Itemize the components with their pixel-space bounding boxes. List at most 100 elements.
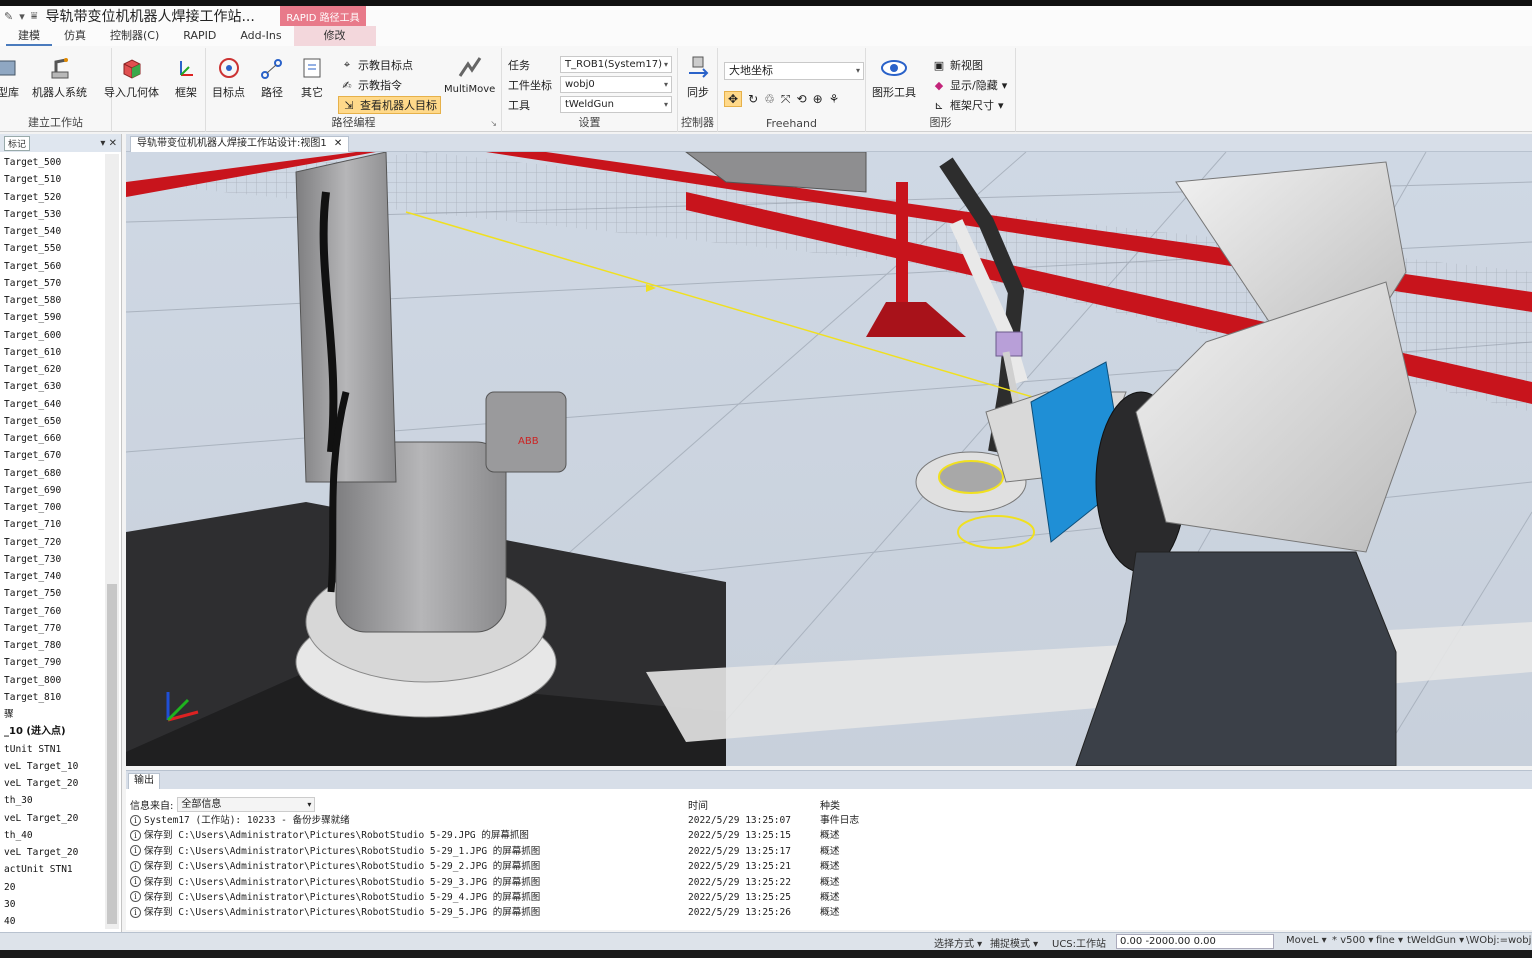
tab-addins[interactable]: Add-Ins [228,26,293,46]
output-row[interactable]: i 保存到 C:\Users\Administrator\Pictures\Rob… [130,875,1130,890]
tree-item-target[interactable]: Target_690 [0,482,104,499]
output-row[interactable]: i 保存到 C:\Users\Administrator\Pictures\Rob… [130,890,1130,905]
tree-item-target[interactable]: Target_650 [0,413,104,430]
tree-item-target[interactable]: Target_790 [0,654,104,671]
tree-item-target[interactable]: Target_600 [0,327,104,344]
tree-item-target[interactable]: Target_590 [0,309,104,326]
tree-item-path-instruction[interactable]: veL Target_10 [0,758,104,775]
tree-item-target[interactable]: Target_500 [0,154,104,171]
robot-system-button[interactable]: 机器人系统 [32,54,87,100]
new-view-button[interactable]: ▣ 新视图 [932,56,983,74]
dropdown-arrow-icon[interactable]: ▾ [19,10,25,23]
tool-select[interactable]: tWeldGun ▾ [560,96,672,113]
tab-modify[interactable]: 修改 [293,26,376,46]
tree-item-target[interactable]: Target_640 [0,396,104,413]
rotate-freehand-icon[interactable]: ↻ [748,92,758,106]
tree-item-target[interactable]: Target_510 [0,171,104,188]
tree-item-target[interactable]: Target_540 [0,223,104,240]
import-geometry-button[interactable]: 导入几何体 [104,54,159,100]
3d-viewport[interactable]: ABB [126,152,1532,766]
instruction-move-type[interactable]: MoveL ▾ [1286,935,1327,946]
frame-button[interactable]: 框架 [172,54,200,100]
show-hide-button[interactable]: ◆ 显示/隐藏 ▾ [932,76,1007,94]
close-icon[interactable]: ✕ [334,138,342,149]
tree-item-target[interactable]: Target_700 [0,499,104,516]
wobj-select[interactable]: wobj0 ▾ [560,76,672,93]
dialog-launcher-icon[interactable]: ↘ [490,119,497,128]
snap-mode-dropdown[interactable]: 捕捉模式 ▾ [990,935,1038,950]
tree-item-target[interactable]: Target_770 [0,620,104,637]
tab-output[interactable]: 输出 [128,773,160,789]
column-header-time[interactable]: 时间 [688,797,708,812]
tree-item-target[interactable]: Target_670 [0,447,104,464]
tree-item-path-instruction[interactable]: tUnit STN1 [0,741,104,758]
model-library-button[interactable]: 型库 [0,54,22,100]
output-row[interactable]: i System17 (工作站): 10233 - 备份步骤就绪 2022/5/29… [130,813,1130,828]
frame-size-button[interactable]: ⊾ 框架尺寸 ▾ [932,96,1003,114]
output-row[interactable]: i 保存到 C:\Users\Administrator\Pictures\Rob… [130,859,1130,874]
teach-target-button[interactable]: ⌖ 示教目标点 [340,56,413,74]
jog-reorient-icon[interactable]: ⟲ [797,92,807,106]
tree-item-target[interactable]: Target_580 [0,292,104,309]
panel-dropdown-icon[interactable]: ▾ [100,138,105,149]
task-select[interactable]: T_ROB1(System17) ▾ [560,56,672,73]
tree-item-target[interactable]: Target_720 [0,534,104,551]
tree-item-target[interactable]: Target_660 [0,430,104,447]
tree-item-target[interactable]: Target_530 [0,206,104,223]
tree-item-target[interactable]: Target_560 [0,258,104,275]
path-button[interactable]: 路径 [258,54,286,100]
tab-modeling[interactable]: 建模 [6,26,52,46]
jog-linear-icon[interactable]: ⤧ [781,92,791,107]
jog-joint-icon[interactable]: ♲ [764,92,775,106]
output-row[interactable]: i 保存到 C:\Users\Administrator\Pictures\Rob… [130,828,1130,843]
tab-rapid[interactable]: RAPID [171,26,228,46]
selection-mode-dropdown[interactable]: 选择方式 ▾ [934,935,982,950]
message-source-select[interactable]: 全部信息 ▾ [177,797,316,812]
tree-item-path-instruction[interactable]: 30 [0,896,104,913]
tree-item-target[interactable]: Target_730 [0,551,104,568]
tree-item-target[interactable]: Target_760 [0,603,104,620]
tab-controller[interactable]: 控制器(C) [98,26,171,46]
customize-qat-icon[interactable]: ⩸ [31,9,38,23]
tree-item-path-instruction[interactable]: veL Target_20 [0,810,104,827]
sync-button[interactable]: 同步 [684,54,712,100]
scrollbar-thumb[interactable] [107,584,117,924]
tree-item-path-instruction[interactable]: actUnit STN1 [0,861,104,878]
tab-simulation[interactable]: 仿真 [52,26,98,46]
jog-options-icon[interactable]: ⚘ [829,92,840,106]
tree-item-path-instruction[interactable]: 骤 [0,706,104,723]
document-tab-view1[interactable]: 导轨带变位机机器人焊接工作站设计:视图1 ✕ [130,136,350,152]
close-icon[interactable]: ✕ [109,138,117,149]
teach-instruction-button[interactable]: ✍ 示教指令 [340,76,402,94]
tree-item-target[interactable]: Target_800 [0,672,104,689]
panel-scrollbar[interactable] [105,154,119,929]
move-freehand-icon[interactable]: ✥ [724,91,743,107]
tree-item-target[interactable]: Target_610 [0,344,104,361]
reference-coordinate-select[interactable]: 大地坐标 ▾ [724,62,864,80]
target-button[interactable]: 目标点 [212,54,245,100]
multimove-button[interactable]: MultiMove [444,54,495,95]
tree-item-target[interactable]: Target_630 [0,378,104,395]
tree-item-target[interactable]: Target_520 [0,189,104,206]
multi-robot-jog-icon[interactable]: ⊕ [813,92,823,106]
output-row[interactable]: i 保存到 C:\Users\Administrator\Pictures\Rob… [130,844,1130,859]
tree-item-target[interactable]: Target_570 [0,275,104,292]
instruction-wobj[interactable]: \WObj:=wobj0 [1466,935,1532,946]
graphics-tools-button[interactable]: 图形工具 [872,54,916,100]
tree-item-target[interactable]: Target_740 [0,568,104,585]
tree-item-target[interactable]: Target_550 [0,240,104,257]
tree-item-target[interactable]: Target_810 [0,689,104,706]
output-row[interactable]: i 保存到 C:\Users\Administrator\Pictures\Rob… [130,905,1130,920]
tree-item-path-instruction[interactable]: 40 [0,913,104,930]
tree-item-target[interactable]: Target_680 [0,465,104,482]
column-header-category[interactable]: 种类 [820,797,840,812]
tree-item-path-instruction[interactable]: 20 [0,879,104,896]
tree-item-path-instruction[interactable]: veL Target_20 [0,775,104,792]
tree-item-target[interactable]: Target_750 [0,585,104,602]
instruction-zone[interactable]: fine ▾ [1376,935,1403,946]
instruction-tool[interactable]: tWeldGun ▾ [1407,935,1464,946]
pen-icon[interactable]: ✎ [4,10,13,23]
tree-item-target[interactable]: Target_620 [0,361,104,378]
other-button[interactable]: 其它 [298,54,326,100]
instruction-speed[interactable]: * v500 ▾ [1332,935,1373,946]
